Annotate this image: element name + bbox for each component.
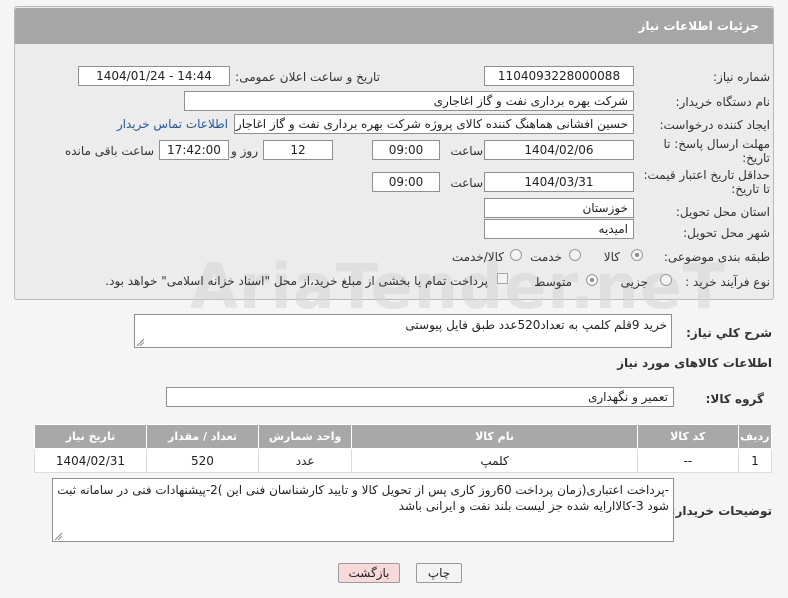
treasury-note: پرداخت تمام یا بخشی از مبلغ خرید،از محل … xyxy=(105,274,488,288)
col-need-date: تاریخ نیاز xyxy=(34,424,147,449)
cell-item-name: کلمپ xyxy=(351,448,638,473)
requester-field: حسین افشانی هماهنگ کننده کالای پروژه شرک… xyxy=(234,114,634,134)
col-unit: واحد شمارش xyxy=(257,424,353,449)
purchase-radio-medium[interactable] xyxy=(586,274,598,286)
days-label: روز و xyxy=(231,144,258,158)
cell-item-code: -- xyxy=(636,448,739,473)
goods-group-label: گروه کالا: xyxy=(705,392,764,406)
goods-info-title: اطلاعات کالاهای مورد نیاز xyxy=(617,356,772,370)
deadline-label-line2: تاریخ: xyxy=(742,151,770,165)
category-radio-goods[interactable] xyxy=(631,249,643,261)
purchase-radio-minor[interactable] xyxy=(660,274,672,286)
buyer-contact-link[interactable]: اطلاعات تماس خریدار xyxy=(117,117,228,131)
purchase-type-label: نوع فرآیند خرید : xyxy=(685,275,770,289)
panel-title: جزئیات اطلاعات نیاز xyxy=(638,19,759,33)
description-textarea[interactable]: خرید 9قلم کلمپ به تعداد520عدد طبق فایل پ… xyxy=(134,314,672,348)
buyer-org-label: نام دستگاه خریدار: xyxy=(675,95,771,109)
deadline-time-label: ساعت xyxy=(450,144,483,158)
validity-label-line1: حداقل تاریخ اعتبار قیمت: xyxy=(643,168,770,182)
panel-header: جزئیات اطلاعات نیاز xyxy=(15,8,773,44)
purchase-option-minor: جزیی xyxy=(620,275,648,289)
validity-date-field: 1404/03/31 xyxy=(484,172,634,192)
city-label: شهر محل تحویل: xyxy=(683,226,770,240)
cell-need-date: 1404/02/31 xyxy=(34,448,147,473)
category-option-goods: کالا xyxy=(603,250,620,264)
col-item-name: نام کالا xyxy=(351,424,638,449)
category-option-service: خدمت xyxy=(530,250,562,264)
validity-time-label: ساعت xyxy=(450,176,483,190)
category-label: طبقه بندی موضوعی: xyxy=(663,250,770,264)
goods-group-field: تعمیر و نگهداری xyxy=(166,387,674,407)
need-number-label: شماره نیاز: xyxy=(713,70,770,84)
cell-row-number: 1 xyxy=(737,448,773,473)
purchase-option-medium: متوسط xyxy=(534,275,572,289)
col-quantity: تعداد / مقدار xyxy=(145,424,259,449)
goods-table: تاریخ نیاز تعداد / مقدار واحد شمارش واحد… xyxy=(34,424,773,473)
announce-date-label: تاریخ و ساعت اعلان عمومی: xyxy=(235,70,380,84)
category-radio-service[interactable] xyxy=(569,249,581,261)
province-label: استان محل تحویل: xyxy=(675,205,770,219)
validity-label-line2: تا تاریخ: xyxy=(731,182,770,196)
province-field: خوزستان xyxy=(484,198,634,218)
resize-grip-icon[interactable] xyxy=(54,532,62,540)
print-button[interactable]: چاپ xyxy=(416,563,462,583)
col-row: ردیف xyxy=(737,424,773,449)
deadline-label-line1: مهلت ارسال پاسخ: تا xyxy=(663,137,770,151)
remaining-time-label: ساعت باقی مانده xyxy=(64,144,154,158)
col-item-code: کد کالا xyxy=(636,424,739,449)
resize-grip-icon[interactable] xyxy=(136,338,144,346)
requester-label: ایجاد کننده درخواست: xyxy=(659,118,770,132)
buyer-org-field: شرکت بهره برداری نفت و گاز اغاجاری xyxy=(184,91,634,111)
buyer-notes-label: توضیحات خریدار: xyxy=(670,504,772,518)
remaining-time-field: 17:42:00 xyxy=(159,140,229,160)
back-button[interactable]: بازگشت xyxy=(338,563,400,583)
description-label: شرح کلي نياز: xyxy=(686,326,772,340)
cell-unit: عدد xyxy=(257,448,353,473)
table-header-row: تاریخ نیاز تعداد / مقدار واحد شمارش واحد… xyxy=(34,424,773,449)
category-radio-goods-service[interactable] xyxy=(510,249,522,261)
city-field: امیدیه xyxy=(484,219,634,239)
category-option-goods-service: کالا/خدمت xyxy=(451,250,504,264)
treasury-checkbox[interactable] xyxy=(497,273,508,284)
days-remaining-field: 12 xyxy=(263,140,333,160)
cell-quantity: 520 xyxy=(145,448,259,473)
need-number-field: 1104093228000088 xyxy=(484,66,634,86)
validity-time-field: 09:00 xyxy=(372,172,440,192)
deadline-time-field: 09:00 xyxy=(372,140,440,160)
announce-date-field: 1404/01/24 - 14:44 xyxy=(78,66,230,86)
table-row: 1404/02/31 520 عدد کلمپ -- 1 xyxy=(34,448,773,473)
buyer-notes-textarea[interactable]: -پرداخت اعتباری(زمان پرداخت 60روز کاری پ… xyxy=(52,478,674,542)
deadline-date-field: 1404/02/06 xyxy=(484,140,634,160)
